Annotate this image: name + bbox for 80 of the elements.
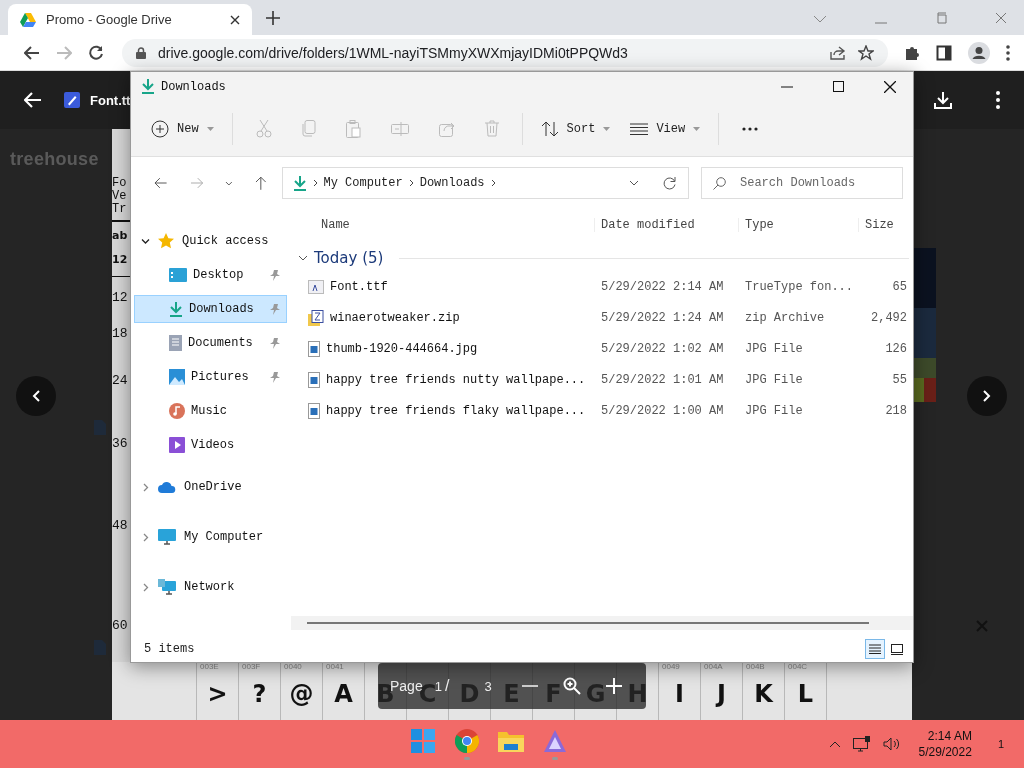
page-separator: / [444,677,450,695]
size-label: 36 [112,437,128,451]
glyph: ? [252,680,267,708]
column-header[interactable]: Type [739,218,859,232]
glyph-code: 004A [703,662,723,673]
date-cell-text: 5/29/2022 1:02 AM [600,341,725,356]
glyph: J [717,680,726,708]
nav-item[interactable]: Desktop [134,261,287,289]
nav-item[interactable]: Music [134,397,287,425]
glyph: L [797,680,814,708]
address-field[interactable]: drive.google.com/drive/folders/1WML-nayiTSMmyXWXmjayIDMi0tPPQWd3 [122,38,888,67]
date-cell-text: 5/29/2022 1:24 AM [600,310,725,325]
file-name[interactable]: thumb-1920-444664.jpg [326,341,478,356]
glyph-code: 0049 [661,662,680,673]
nav-item[interactable]: My Computer [134,523,287,551]
document-text: Tr [112,203,128,216]
search-field[interactable]: Search Downloads [701,167,903,199]
nav-item[interactable]: Videos [134,431,287,459]
sample-text: ab [112,228,128,244]
glyph-code: 0040 [283,662,302,673]
nav-item[interactable]: Downloads [134,295,287,323]
sample-text: 12 [112,252,128,268]
page-label: Page [390,678,423,694]
document-text: Ve [112,190,128,203]
nav-item[interactable]: Network [134,573,287,601]
type-cell-text: JPG File [744,372,804,387]
size-cell-text: 126 [884,341,908,356]
size-label: 48 [112,519,128,533]
breadcrumb[interactable]: My Computer [323,176,403,190]
glyph: @ [289,680,314,708]
view-button[interactable]: View [620,115,711,142]
glyph: A [334,680,353,708]
glyph-code: 004C [787,662,808,673]
nav-item[interactable]: Documents [134,329,287,357]
column-header[interactable]: Name [291,218,595,232]
type-cell-text: TrueType fon... [744,279,855,294]
glyph-code: 0041 [325,662,344,673]
size-label: 24 [112,374,128,388]
size-label: 18 [112,327,128,341]
size-cell-text: 55 [891,372,908,387]
glyph-code: 004B [745,662,765,673]
current-page[interactable]: 1 [434,678,442,694]
document-text: Fo [112,177,128,190]
file-title: Font.tt [90,92,131,108]
size-cell-text: 65 [891,279,908,294]
size-cell-text: 2,492 [870,310,908,325]
file-name[interactable]: happy tree friends nutty wallpape... [326,372,586,387]
column-header[interactable]: Size [859,218,913,232]
date-cell-text: 5/29/2022 1:01 AM [600,372,725,387]
type-cell-text: zip Archive [744,310,826,325]
size-cell-text: 218 [884,403,908,418]
status-text: 5 items [144,642,195,656]
nav-item[interactable]: Quick access [134,227,287,255]
notification-count[interactable]: 1 [997,738,1004,750]
sort-button[interactable]: Sort [530,114,621,143]
glyph: K [754,680,773,708]
window-title: Downloads [161,79,226,94]
date-cell-text: 5/29/2022 1:00 AM [600,403,725,418]
size-label: 12 [112,291,128,305]
column-header[interactable]: Date modified [595,218,739,232]
address-bar[interactable]: My Computer Downloads [281,167,689,199]
size-label: 60 [112,619,128,633]
glyph-code: 003F [241,662,261,673]
type-cell-text: JPG File [744,403,804,418]
nav-item[interactable]: Pictures [134,363,287,391]
group-header[interactable]: Today (5) [314,249,384,267]
file-name[interactable]: Font.ttf [330,279,388,294]
glyph: > [207,680,228,708]
page-total: 3 [484,678,492,694]
clock[interactable]: 2:14 AM 5/29/2022 [918,728,972,760]
file-name[interactable]: happy tree friends flaky wallpape... [326,403,586,418]
file-name[interactable]: winaerotweaker.zip [330,310,460,325]
glyph-code: 003E [199,662,219,673]
new-button[interactable]: New [141,113,224,144]
browser-tab[interactable]: Promo - Google Drive [8,4,252,35]
date-cell-text: 5/29/2022 2:14 AM [600,279,725,294]
nav-item[interactable]: OneDrive [134,473,287,501]
glyph: I [675,680,684,708]
breadcrumb[interactable]: Downloads [419,176,485,190]
type-cell-text: JPG File [744,341,804,356]
